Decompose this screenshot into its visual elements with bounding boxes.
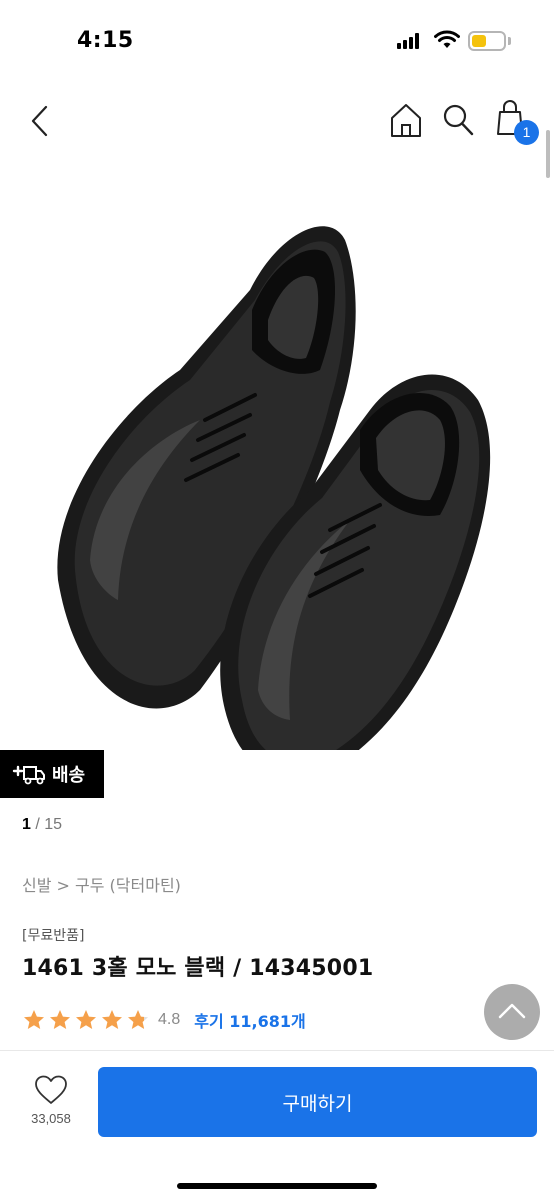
cart-button[interactable]: 1: [494, 98, 542, 146]
star-icon: [50, 1010, 70, 1029]
search-icon: [443, 104, 474, 136]
star-icon: [76, 1010, 96, 1029]
home-button[interactable]: [388, 100, 424, 140]
reviews-link[interactable]: 후기 11,681개: [194, 1008, 305, 1032]
heart-icon: [35, 1075, 67, 1104]
search-button[interactable]: [440, 100, 476, 140]
home-icon: [391, 104, 421, 137]
star-icon: [24, 1010, 44, 1029]
back-arrow-icon: [31, 105, 48, 137]
star-icon: [128, 1010, 148, 1029]
image-total: / 15: [35, 816, 63, 833]
battery-level: [472, 35, 486, 47]
status-time: 4:15: [77, 28, 134, 53]
rating-value: 4.8: [158, 1011, 181, 1028]
like-button[interactable]: 33,058: [18, 1075, 84, 1135]
status-bar: 4:15: [0, 0, 554, 80]
plus-delivery-truck-icon: [12, 765, 45, 785]
product-title: 1461 3홀 모노 블랙 / 14345001: [22, 956, 374, 981]
delivery-tag: 배송: [0, 750, 104, 798]
rating-row: 4.8 후기 11,681개: [22, 1006, 306, 1034]
product-image[interactable]: [0, 170, 554, 750]
top-navigation: 1: [0, 90, 554, 150]
back-button[interactable]: [24, 100, 58, 142]
bottom-action-bar: 33,058 구매하기: [0, 1050, 554, 1200]
buy-button[interactable]: 구매하기: [98, 1067, 537, 1137]
like-count: 33,058: [31, 1111, 71, 1126]
cellular-signal-icon: [397, 33, 423, 49]
rating-stars: [22, 1008, 152, 1032]
battery-cap: [508, 37, 511, 45]
star-icon: [102, 1010, 122, 1029]
chevron-up-icon: [498, 1003, 526, 1019]
image-index: 1: [22, 816, 31, 833]
wifi-icon: [434, 30, 460, 48]
image-pager: 1 / 15: [22, 816, 62, 834]
scroll-to-top-button[interactable]: [484, 984, 540, 1040]
cart-count-badge: 1: [514, 120, 539, 145]
free-return-badge: [무료반품]: [22, 928, 85, 944]
breadcrumb[interactable]: 신발 > 구두 (닥터마틴): [22, 872, 181, 896]
delivery-label: 배송: [52, 765, 86, 786]
battery-icon: [468, 31, 506, 51]
home-indicator: [177, 1183, 377, 1189]
